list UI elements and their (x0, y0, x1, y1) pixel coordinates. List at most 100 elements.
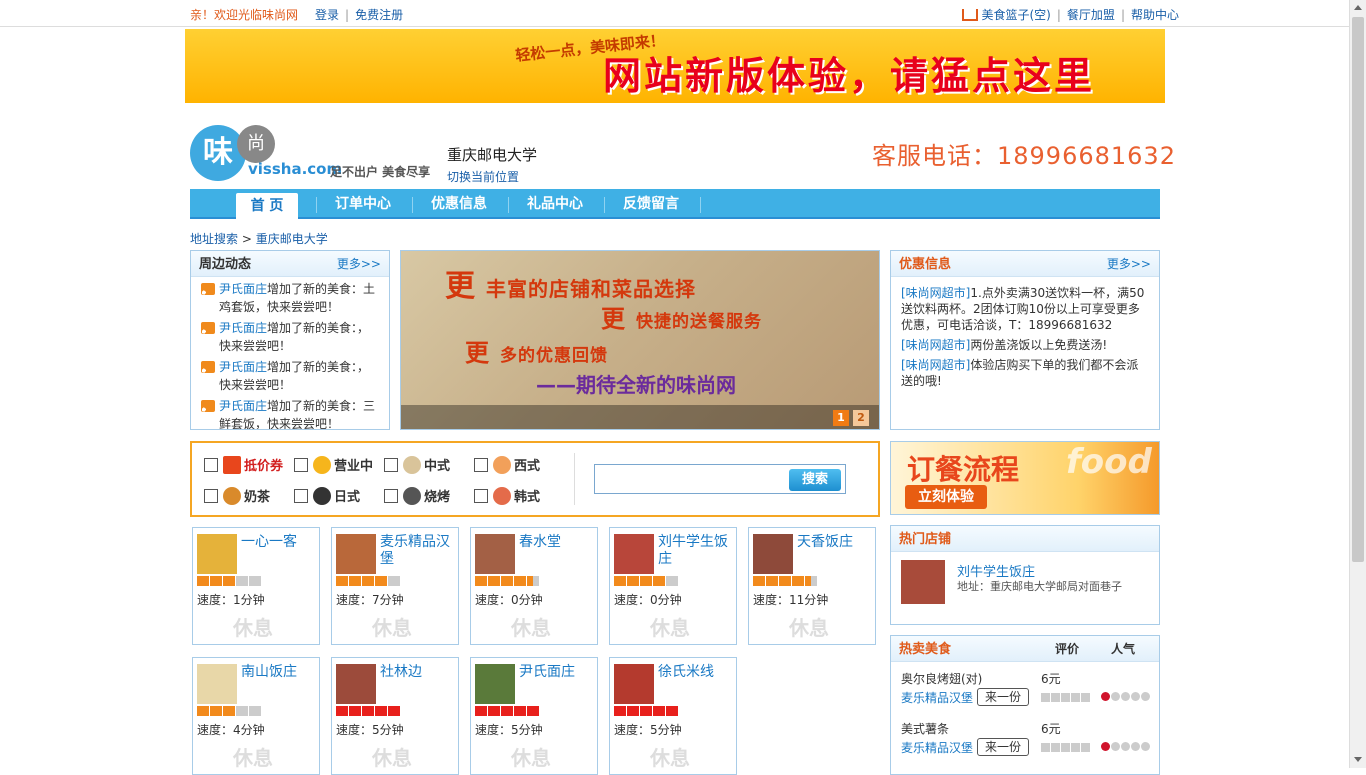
news-shop-link[interactable]: 尹氏面庄 (219, 321, 267, 335)
shop-card[interactable]: 社林边 速度：5分钟 休息 (331, 657, 459, 775)
star-icon (1051, 693, 1060, 702)
filter-milk-tea[interactable]: 奶茶 (204, 486, 270, 505)
slide-line-3: 更多的优惠回馈 (465, 333, 608, 368)
shop-name[interactable]: 天香饭庄 (797, 534, 873, 551)
shop-thumbnail[interactable] (197, 664, 237, 704)
shop-name[interactable]: 春水堂 (519, 534, 595, 551)
filter-label: 西式 (514, 459, 541, 474)
star-icon (197, 706, 209, 716)
promos-more-link[interactable]: 更多>> (1107, 251, 1151, 277)
shop-name[interactable]: 尹氏面庄 (519, 664, 595, 681)
register-link[interactable]: 免费注册 (355, 8, 403, 22)
food-watermark: food (1066, 442, 1152, 482)
shop-card[interactable]: 一心一客 速度：1分钟 休息 (192, 527, 320, 645)
promo-source-link[interactable]: [味尚网超市] (901, 338, 970, 352)
hot-food-item: 奥尔良烤翅(对) 6元 麦乐精品汉堡 来一份 (891, 662, 1159, 712)
dish-shop-link[interactable]: 麦乐精品汉堡 (901, 739, 973, 756)
shop-thumbnail[interactable] (475, 664, 515, 704)
shop-card[interactable]: 刘牛学生饭庄 速度：0分钟 休息 (609, 527, 737, 645)
news-shop-link[interactable]: 尹氏面庄 (219, 282, 267, 296)
filter-checkbox[interactable] (294, 457, 308, 472)
slide-page-1[interactable]: 1 (833, 410, 849, 426)
filter-coupon[interactable]: 抵价券 (204, 455, 283, 474)
filter-checkbox[interactable] (204, 488, 218, 503)
shop-speed: 速度：0分钟 (475, 593, 543, 607)
star-icon (349, 706, 361, 716)
add-one-button[interactable]: 来一份 (977, 738, 1029, 756)
shop-thumbnail[interactable] (336, 664, 376, 704)
breadcrumb-root[interactable]: 地址搜索 (190, 232, 238, 246)
top-bar: 亲！欢迎光临味尚网 登录 | 免费注册 美食篮子(空) | 餐厅加盟 | 帮助中心 (0, 0, 1349, 27)
news-more-link[interactable]: 更多>> (337, 251, 381, 277)
filter-korean[interactable]: 韩式 (474, 486, 540, 505)
hot-shop-thumbnail[interactable] (901, 560, 945, 604)
shop-name[interactable]: 刘牛学生饭庄 (658, 534, 734, 568)
nav-promotions[interactable]: 优惠信息 (416, 189, 502, 219)
login-link[interactable]: 登录 (315, 8, 339, 22)
slide-page-2[interactable]: 2 (853, 410, 869, 426)
filter-western[interactable]: 西式 (474, 455, 540, 474)
food-basket-link[interactable]: 美食篮子(空) (982, 8, 1051, 22)
breadcrumb-current[interactable]: 重庆邮电大学 (256, 232, 328, 246)
shop-card[interactable]: 徐氏米线 速度：5分钟 休息 (609, 657, 737, 775)
star-icon (362, 576, 374, 586)
shop-thumbnail[interactable] (614, 534, 654, 574)
shop-thumbnail[interactable] (614, 664, 654, 704)
try-now-button[interactable]: 立刻体验 (905, 485, 987, 509)
scroll-up-arrow[interactable] (1354, 5, 1362, 10)
promo-slideshow[interactable]: 更丰富的店铺和菜品选择 更快捷的送餐服务 更多的优惠回馈 ——期待全新的味尚网 … (400, 250, 880, 430)
help-center-link[interactable]: 帮助中心 (1131, 8, 1179, 22)
filter-chinese[interactable]: 中式 (384, 455, 450, 474)
page-scrollbar[interactable] (1349, 0, 1366, 768)
grill-icon (403, 486, 421, 505)
shop-name[interactable]: 社林边 (380, 664, 456, 681)
promo-source-link[interactable]: [味尚网超市] (901, 286, 970, 300)
filter-bbq[interactable]: 烧烤 (384, 486, 450, 505)
filter-checkbox[interactable] (474, 457, 488, 472)
filter-checkbox[interactable] (204, 457, 218, 472)
promo-text: 两份盖浇饭以上免费送汤! (970, 338, 1108, 352)
shop-thumbnail[interactable] (475, 534, 515, 574)
shop-card[interactable]: 南山饭庄 速度：4分钟 休息 (192, 657, 320, 775)
filter-open[interactable]: 营业中 (294, 455, 373, 474)
shop-card[interactable]: 春水堂 速度：0分钟 休息 (470, 527, 598, 645)
shop-card[interactable]: 尹氏面庄 速度：5分钟 休息 (470, 657, 598, 775)
filter-checkbox[interactable] (474, 488, 488, 503)
news-shop-link[interactable]: 尹氏面庄 (219, 360, 267, 374)
site-logo[interactable]: 味 尚 vissha.com 足不出户 美食尽享 (190, 125, 440, 185)
divider: | (1056, 8, 1061, 22)
shop-card[interactable]: 麦乐精品汉堡 速度：7分钟 休息 (331, 527, 459, 645)
scroll-down-arrow[interactable] (1354, 757, 1362, 762)
nav-divider (508, 197, 509, 213)
add-one-button[interactable]: 来一份 (977, 688, 1029, 706)
filter-japanese[interactable]: 日式 (294, 486, 360, 505)
news-shop-link[interactable]: 尹氏面庄 (219, 399, 267, 413)
nav-home[interactable]: 首 页 (236, 193, 298, 219)
shop-name[interactable]: 麦乐精品汉堡 (380, 534, 456, 568)
switch-location-link[interactable]: 切换当前位置 (447, 168, 537, 185)
order-process-banner[interactable]: food 订餐流程 立刻体验 (890, 441, 1160, 515)
shop-name[interactable]: 南山饭庄 (241, 664, 317, 681)
star-icon (1051, 743, 1060, 752)
shop-name[interactable]: 徐氏米线 (658, 664, 734, 681)
panel-header: 优惠信息 更多>> (891, 251, 1159, 277)
shop-card[interactable]: 天香饭庄 速度：11分钟 休息 (748, 527, 876, 645)
new-version-banner[interactable]: 轻松一点，美味即来！ 网站新版体验，请猛点这里 (185, 29, 1165, 103)
scroll-thumb[interactable] (1352, 17, 1364, 562)
search-button[interactable]: 搜索 (789, 469, 841, 491)
restaurant-join-link[interactable]: 餐厅加盟 (1067, 8, 1115, 22)
nav-order-center[interactable]: 订单中心 (320, 189, 406, 219)
shop-speed: 速度：7分钟 (336, 593, 404, 607)
filter-checkbox[interactable] (384, 488, 398, 503)
nav-gift-center[interactable]: 礼品中心 (512, 189, 598, 219)
shop-name[interactable]: 一心一客 (241, 534, 317, 551)
shop-thumbnail[interactable] (197, 534, 237, 574)
shop-thumbnail[interactable] (753, 534, 793, 574)
shop-thumbnail[interactable] (336, 534, 376, 574)
promo-source-link[interactable]: [味尚网超市] (901, 358, 970, 372)
filter-checkbox[interactable] (294, 488, 308, 503)
filter-checkbox[interactable] (384, 457, 398, 472)
nav-feedback[interactable]: 反馈留言 (608, 189, 694, 219)
star-icon (501, 706, 513, 716)
dish-shop-link[interactable]: 麦乐精品汉堡 (901, 689, 973, 706)
